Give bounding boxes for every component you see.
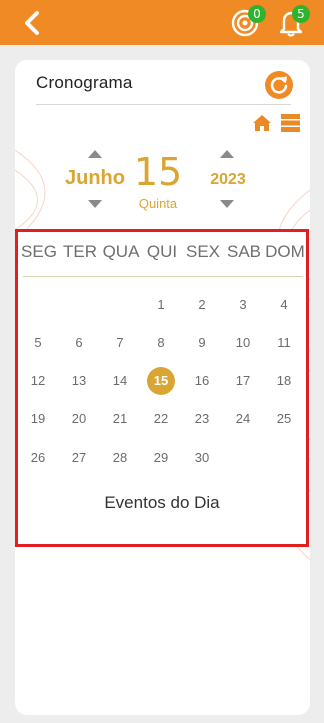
top-bar: 0 5 xyxy=(0,0,324,45)
calendar-day[interactable]: 16 xyxy=(187,369,217,393)
calendar-day[interactable]: 29 xyxy=(146,446,176,470)
calendar-day[interactable]: 18 xyxy=(269,369,299,393)
list-view-icon[interactable] xyxy=(281,114,300,132)
calendar-day[interactable]: 25 xyxy=(269,407,299,431)
calendar-day[interactable]: 21 xyxy=(105,407,135,431)
calendar-day[interactable]: 4 xyxy=(269,293,299,317)
weekday-sab: SAB xyxy=(226,242,262,261)
calendar-day[interactable]: 30 xyxy=(187,446,217,470)
calendar-day[interactable]: 23 xyxy=(187,407,217,431)
calendar-day[interactable]: 12 xyxy=(23,369,53,393)
calendar-day[interactable]: 24 xyxy=(228,407,258,431)
title-divider xyxy=(36,104,291,105)
calendar-day[interactable]: 20 xyxy=(64,407,94,431)
weekday-qua: QUA xyxy=(102,242,140,261)
weekday-seg: SEG xyxy=(21,242,57,261)
calendar-day[interactable]: 9 xyxy=(187,331,217,355)
year-label: 2023 xyxy=(210,171,246,188)
calendar-day[interactable]: 11 xyxy=(269,331,299,355)
home-icon[interactable] xyxy=(252,114,272,132)
month-up-arrow-icon[interactable] xyxy=(88,150,102,158)
month-label: Junho xyxy=(65,167,125,189)
year-down-arrow-icon[interactable] xyxy=(220,200,234,208)
weekday-header: SEG TER QUA QUI SEX SAB DOM xyxy=(18,242,306,272)
refresh-icon[interactable] xyxy=(265,71,293,99)
calendar-day[interactable]: 22 xyxy=(146,407,176,431)
selected-weekday: Quinta xyxy=(138,196,178,211)
page-title: Cronograma xyxy=(36,73,133,92)
calendar-day[interactable]: 3 xyxy=(228,293,258,317)
selected-day-number: 15 xyxy=(133,150,183,194)
back-arrow-icon[interactable] xyxy=(20,9,46,37)
calendar-day[interactable]: 10 xyxy=(228,331,258,355)
month-down-arrow-icon[interactable] xyxy=(88,200,102,208)
weekday-sex: SEX xyxy=(185,242,221,261)
calendar-day[interactable]: 7 xyxy=(105,331,135,355)
target-badge: 0 xyxy=(248,5,266,23)
bell-badge: 5 xyxy=(292,5,310,23)
calendar-day[interactable]: 8 xyxy=(146,331,176,355)
calendar-day[interactable]: 14 xyxy=(105,369,135,393)
calendar-day[interactable]: 26 xyxy=(23,446,53,470)
calendar-day[interactable]: 27 xyxy=(64,446,94,470)
weekday-divider xyxy=(23,276,303,277)
calendar-day[interactable]: 6 xyxy=(64,331,94,355)
calendar-day[interactable]: 13 xyxy=(64,369,94,393)
calendar-grid: SEG TER QUA QUI SEX SAB DOM 1 2 3 4 5 6 7 8 9 10 1… xyxy=(15,229,309,547)
calendar-day[interactable]: 17 xyxy=(228,369,258,393)
year-up-arrow-icon[interactable] xyxy=(220,150,234,158)
calendar-day-selected[interactable]: 15 xyxy=(147,367,175,395)
calendar-day[interactable]: 19 xyxy=(23,407,53,431)
calendar-day[interactable]: 2 xyxy=(187,293,217,317)
weekday-ter: TER xyxy=(63,242,97,261)
calendar-day[interactable]: 1 xyxy=(146,293,176,317)
events-title: Eventos do Dia xyxy=(104,493,220,512)
weekday-qui: QUI xyxy=(146,242,178,261)
weekday-dom: DOM xyxy=(265,242,305,261)
calendar-day[interactable]: 28 xyxy=(105,446,135,470)
calendar-day[interactable]: 5 xyxy=(23,331,53,355)
